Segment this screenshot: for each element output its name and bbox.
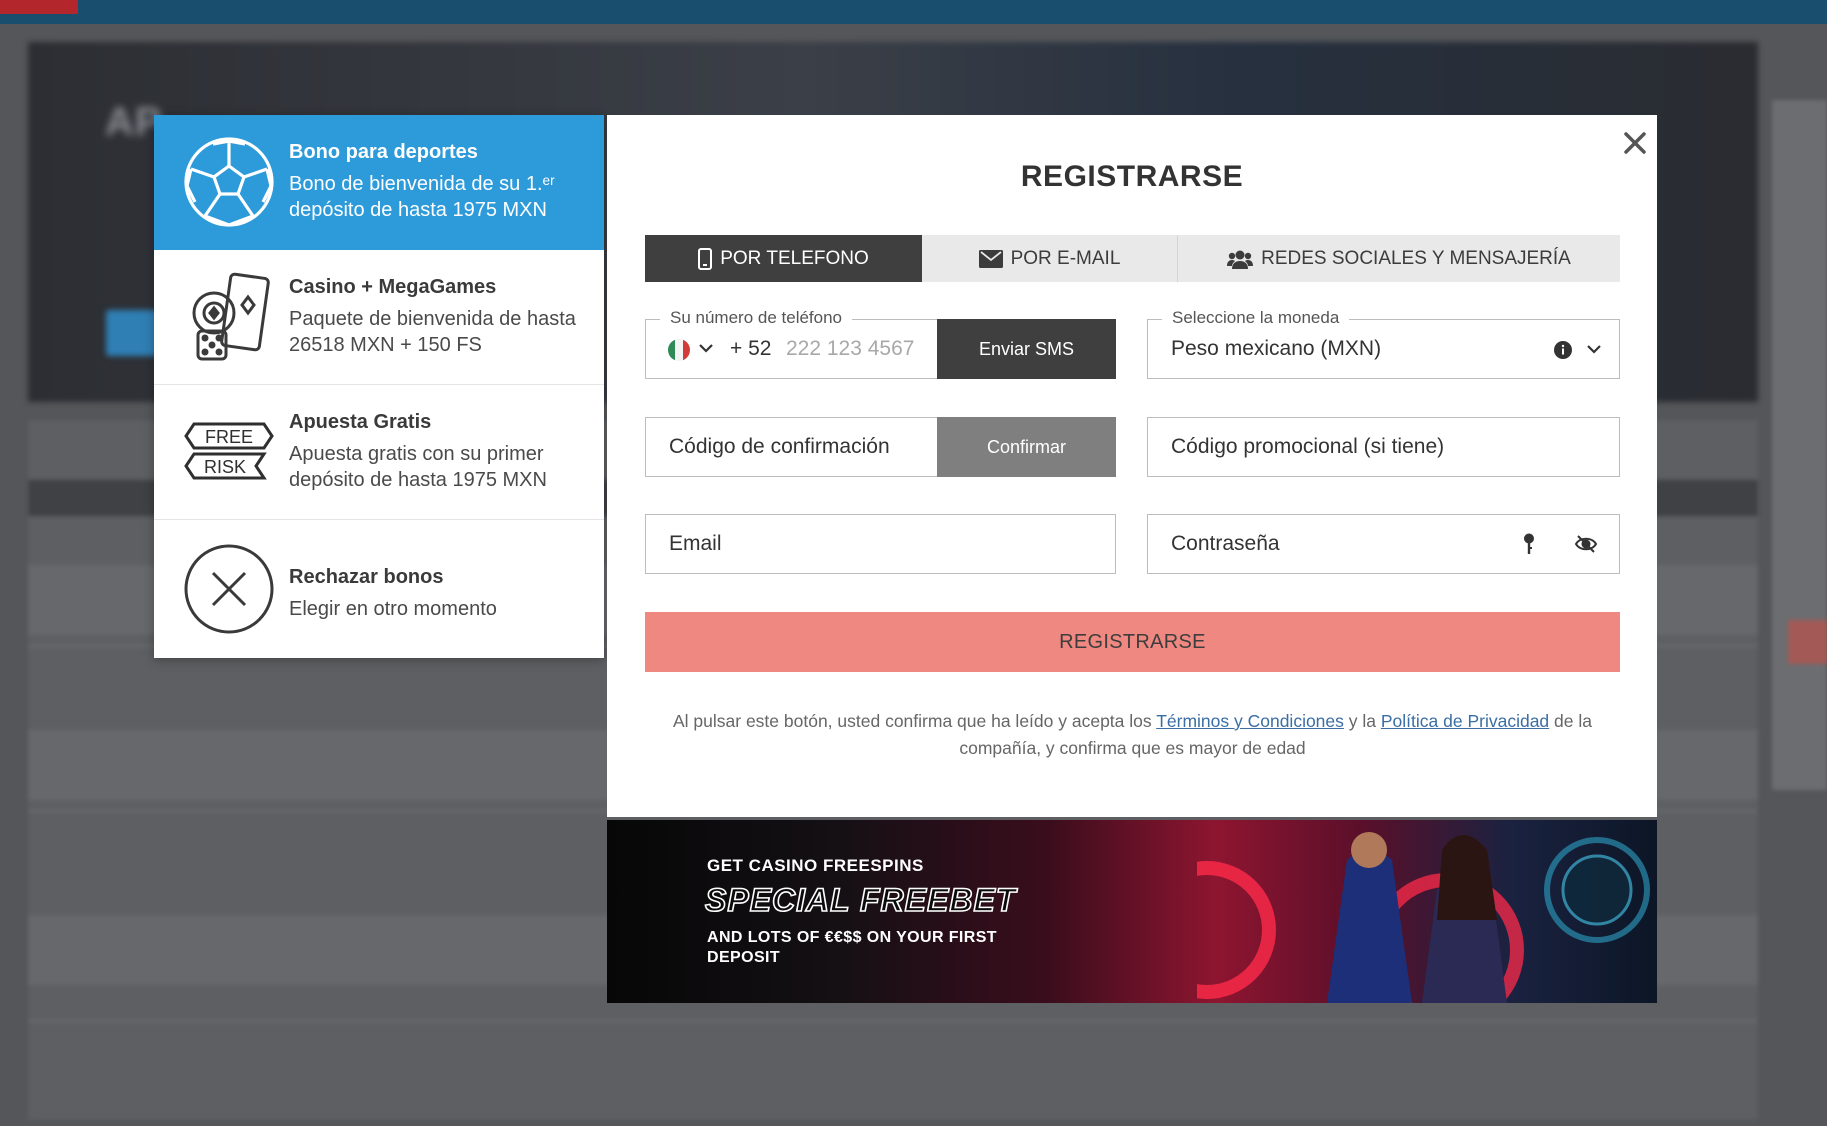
tab-by-phone[interactable]: POR TELEFONO xyxy=(645,235,922,282)
bonus-panel: Bono para deportes Bono de bienvenida de… xyxy=(154,115,604,658)
send-sms-button[interactable]: Enviar SMS xyxy=(937,319,1116,379)
users-icon xyxy=(1227,250,1254,269)
eye-slash-icon[interactable] xyxy=(1574,534,1598,554)
info-icon[interactable] xyxy=(1554,341,1572,359)
close-icon[interactable] xyxy=(1617,125,1653,161)
registration-modal: REGISTRARSE POR TELEFONO POR E-MAIL REDE… xyxy=(607,115,1657,817)
confirmation-code-field[interactable]: Código de confirmación xyxy=(645,417,938,477)
register-button[interactable]: REGISTRARSE xyxy=(645,612,1620,672)
terms-link[interactable]: Términos y Condiciones xyxy=(1156,711,1344,731)
bonus-description: Apuesta gratis con su primer depósito de… xyxy=(289,443,547,491)
bonus-option-casino[interactable]: Casino + MegaGames Paquete de bienvenida… xyxy=(154,250,604,385)
free-risk-icon: FREE RISK xyxy=(182,405,276,499)
bonus-title: Bono para deportes xyxy=(289,141,478,163)
bonus-title: Casino + MegaGames xyxy=(289,276,497,298)
svg-text:FREE: FREE xyxy=(205,427,253,447)
reject-x-icon xyxy=(182,542,276,636)
phone-input[interactable] xyxy=(786,332,931,366)
background-bet-slip xyxy=(1772,100,1827,790)
promo-code-placeholder: Código promocional (si tiene) xyxy=(1171,435,1445,458)
bonus-description: Bono de bienvenida de su 1.ᵉʳ depósito d… xyxy=(289,173,555,221)
background-top-bar xyxy=(0,0,1827,24)
tab-label: REDES SOCIALES Y MENSAJERÍA xyxy=(1261,247,1571,269)
phone-field: Su número de teléfono + 52 xyxy=(645,308,938,379)
promo-line-2: SPECIAL FREEBET xyxy=(704,881,1017,919)
country-code: + 52 xyxy=(730,337,772,360)
bonus-title: Rechazar bonos xyxy=(289,566,444,588)
registration-method-tabs: POR TELEFONO POR E-MAIL REDES SOCIALES Y… xyxy=(645,235,1620,282)
confirm-button[interactable]: Confirmar xyxy=(937,417,1116,477)
envelope-icon xyxy=(978,249,1003,268)
bonus-option-sports[interactable]: Bono para deportes Bono de bienvenida de… xyxy=(154,115,604,250)
currency-value: Peso mexicano (MXN) xyxy=(1171,337,1382,360)
email-placeholder: Email xyxy=(669,532,722,555)
bonus-description: Paquete de bienvenida de hasta 26518 MXN… xyxy=(289,308,576,356)
bonus-title: Apuesta Gratis xyxy=(289,411,432,433)
promo-line-3: AND LOTS OF €€$$ ON YOUR FIRST DEPOSIT xyxy=(707,929,997,966)
casino-chips-icon xyxy=(182,270,276,364)
promo-code-field[interactable]: Código promocional (si tiene) xyxy=(1147,417,1620,477)
password-placeholder: Contraseña xyxy=(1171,532,1280,555)
tab-label: POR E-MAIL xyxy=(1010,247,1121,269)
modal-title: REGISTRARSE xyxy=(1020,160,1244,193)
phone-icon xyxy=(698,247,713,270)
privacy-policy-link[interactable]: Política de Privacidad xyxy=(1381,711,1549,731)
svg-text:RISK: RISK xyxy=(204,457,246,477)
email-field[interactable]: Email xyxy=(645,514,1116,574)
tab-label: POR TELEFONO xyxy=(720,247,869,269)
chevron-down-icon[interactable] xyxy=(1586,343,1602,355)
soccer-ball-icon xyxy=(182,135,276,229)
password-field[interactable]: Contraseña xyxy=(1147,514,1620,574)
confirmation-code-placeholder: Código de confirmación xyxy=(669,435,890,458)
legal-notice: Al pulsar este botón, usted confirma que… xyxy=(673,711,1592,758)
mexico-flag-icon[interactable] xyxy=(668,339,690,361)
promo-line-1: GET CASINO FREESPINS xyxy=(707,856,924,875)
bonus-option-reject[interactable]: Rechazar bonos Elegir en otro momento xyxy=(154,520,604,658)
key-icon[interactable] xyxy=(1523,533,1535,555)
promo-banner[interactable]: GET CASINO FREESPINS SPECIAL FREEBET AND… xyxy=(607,820,1657,1003)
chevron-down-icon[interactable] xyxy=(698,342,714,354)
bonus-option-free-bet[interactable]: FREE RISK Apuesta Gratis Apuesta gratis … xyxy=(154,385,604,520)
bonus-description: Elegir en otro momento xyxy=(289,598,497,620)
currency-select[interactable]: Seleccione la moneda Peso mexicano (MXN) xyxy=(1147,308,1620,379)
tab-social-networks[interactable]: REDES SOCIALES Y MENSAJERÍA xyxy=(1178,235,1620,282)
promo-banner-artwork xyxy=(1197,832,1650,1003)
tab-by-email[interactable]: POR E-MAIL xyxy=(922,235,1178,282)
